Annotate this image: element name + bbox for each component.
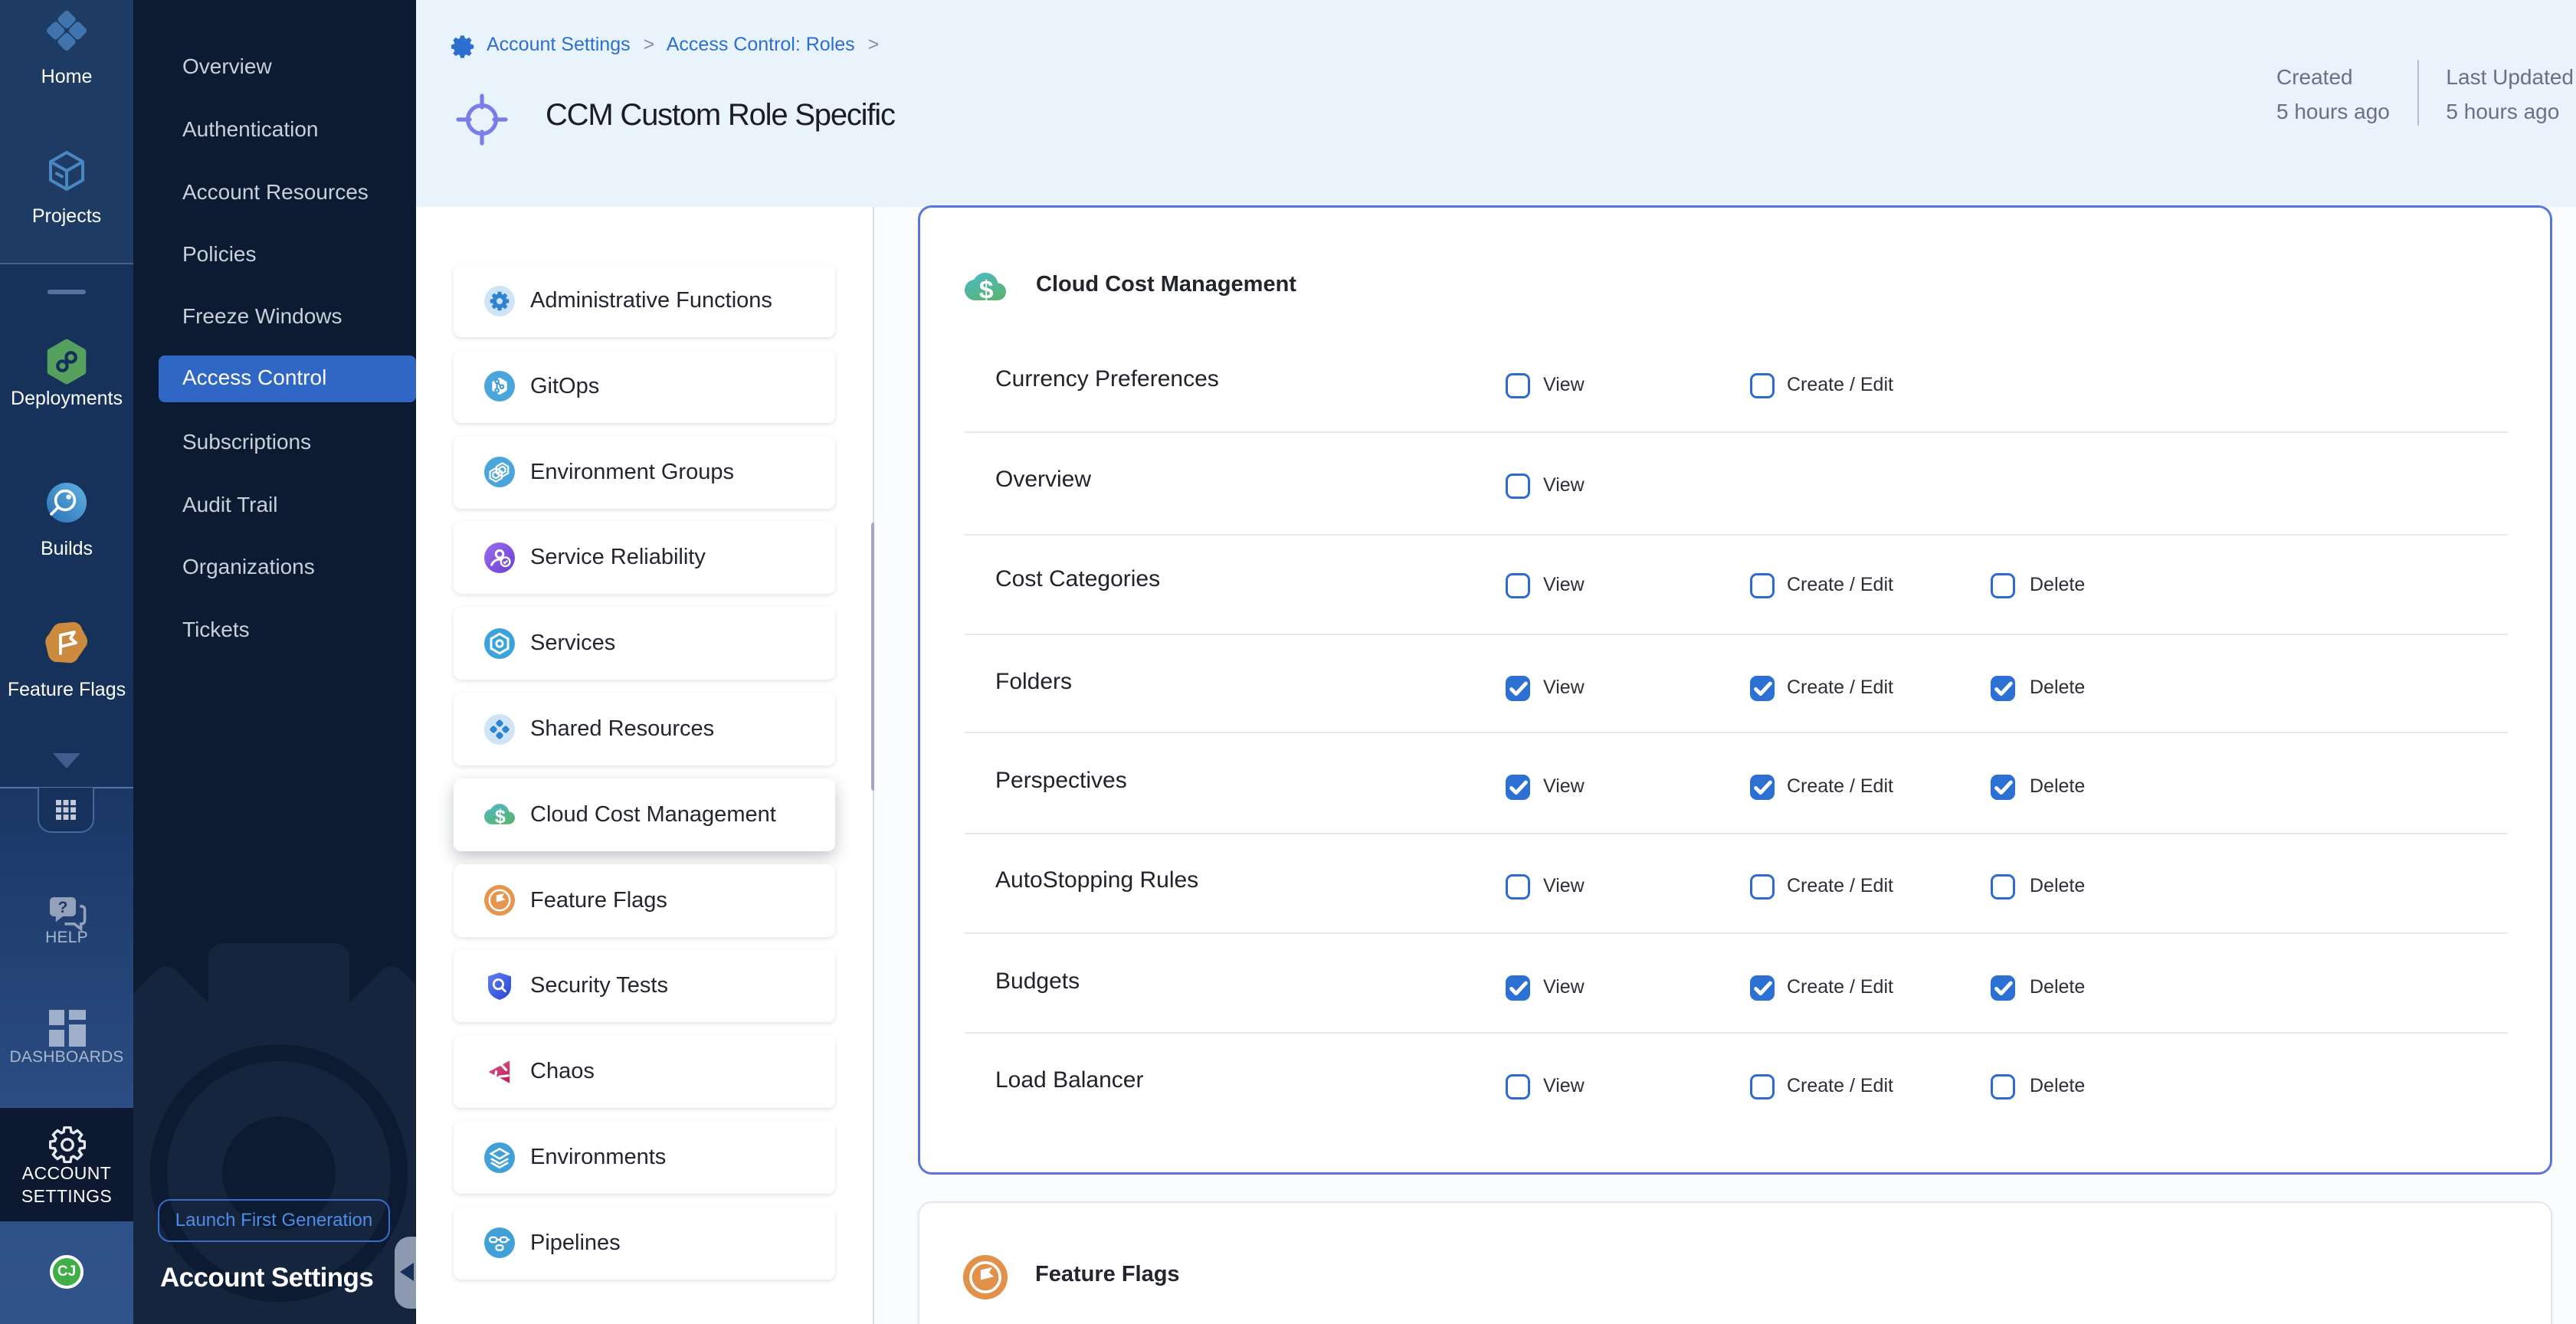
svg-text:$: $ — [495, 806, 506, 827]
svg-text:?: ? — [58, 899, 68, 916]
svg-text:$: $ — [979, 276, 994, 303]
